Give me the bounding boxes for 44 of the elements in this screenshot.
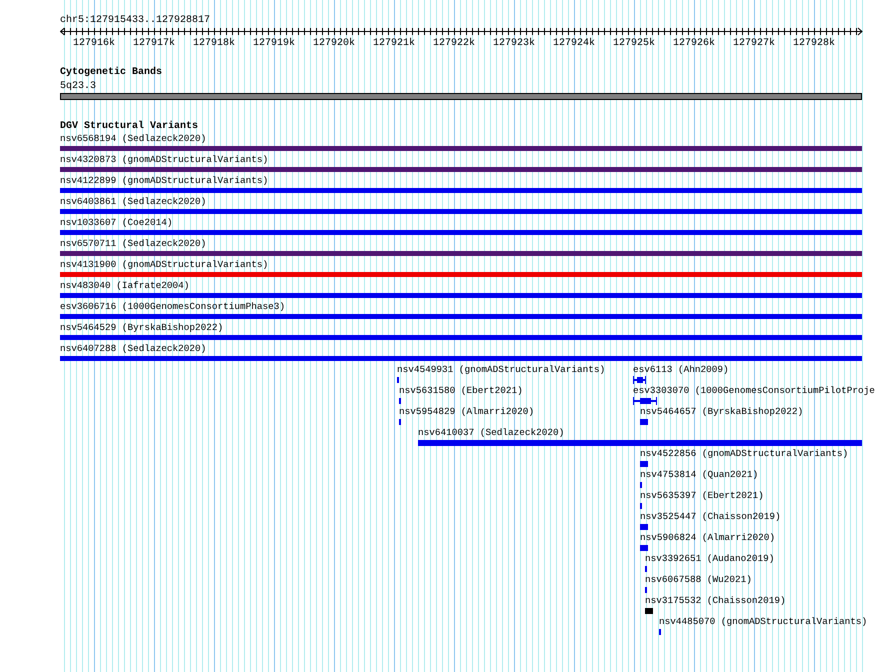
variant-label: nsv3525447 (Chaisson2019) xyxy=(640,511,781,523)
variant-label: nsv4122899 (gnomADStructuralVariants) xyxy=(60,175,268,187)
variant-label: nsv1033607 (Coe2014) xyxy=(60,217,173,229)
variant-label: esv3303070 (1000GenomesConsortiumPilotProje xyxy=(633,385,875,397)
variant-label: nsv5906824 (Almarri2020) xyxy=(640,532,776,544)
variant-label: nsv6403861 (Sedlazeck2020) xyxy=(60,196,206,208)
variant-label: nsv3175532 (Chaisson2019) xyxy=(645,595,786,607)
variant-label: nsv4549931 (gnomADStructuralVariants) xyxy=(397,364,606,376)
ruler-label: 127918k xyxy=(193,38,235,49)
variant-label: nsv6407288 (Sedlazeck2020) xyxy=(60,343,206,355)
track-title: Cytogenetic Bands xyxy=(60,67,164,79)
ruler-label: 127916k xyxy=(73,38,115,49)
variant-label: nsv5464657 (ByrskaBishop2022) xyxy=(640,406,804,418)
location-label: chr5:127915433..127928817 xyxy=(60,15,212,27)
variant-label: esv6113 (Ahn2009) xyxy=(633,364,729,376)
track-title: DGV Structural Variants xyxy=(60,121,200,133)
variant-label: nsv3392651 (Audano2019) xyxy=(645,553,774,565)
variant-label: nsv5635397 (Ebert2021) xyxy=(640,490,764,502)
variant-label: nsv5631580 (Ebert2021) xyxy=(399,385,523,397)
ruler-label: 127927k xyxy=(733,38,775,49)
ruler-label: 127922k xyxy=(433,38,475,49)
variant-label: nsv4131900 (gnomADStructuralVariants) xyxy=(60,259,268,271)
variant-label: nsv6570711 (Sedlazeck2020) xyxy=(60,238,206,250)
variant-label: nsv6568194 (Sedlazeck2020) xyxy=(60,133,206,145)
variant-label: nsv483040 (Iafrate2004) xyxy=(60,280,190,292)
ruler-label: 127923k xyxy=(493,38,535,49)
variant-label: nsv5954829 (Almarri2020) xyxy=(399,406,534,418)
variant-label: nsv4320873 (gnomADStructuralVariants) xyxy=(60,154,268,166)
variant-label: esv3606716 (1000GenomesConsortiumPhase3) xyxy=(60,301,286,313)
ruler-label: 127925k xyxy=(613,38,655,49)
variant-label: nsv5464529 (ByrskaBishop2022) xyxy=(60,322,224,334)
ruler-label: 127928k xyxy=(793,38,835,49)
variant-label: nsv6067588 (Wu2021) xyxy=(645,574,752,586)
ruler-label: 127924k xyxy=(553,38,595,49)
ruler-label: 127926k xyxy=(673,38,715,49)
variant-label: nsv4522856 (gnomADStructuralVariants) xyxy=(640,448,848,460)
ruler-label: 127917k xyxy=(133,38,175,49)
ruler-label: 127921k xyxy=(373,38,415,49)
variant-label: nsv6410037 (Sedlazeck2020) xyxy=(418,427,564,439)
ruler-label: 127920k xyxy=(313,38,355,49)
variant-label: nsv4753814 (Quan2021) xyxy=(640,469,758,481)
band-label: 5q23.3 xyxy=(60,81,98,93)
ruler-label: 127919k xyxy=(253,38,295,49)
variant-label: nsv4485070 (gnomADStructuralVariants) xyxy=(659,616,868,628)
